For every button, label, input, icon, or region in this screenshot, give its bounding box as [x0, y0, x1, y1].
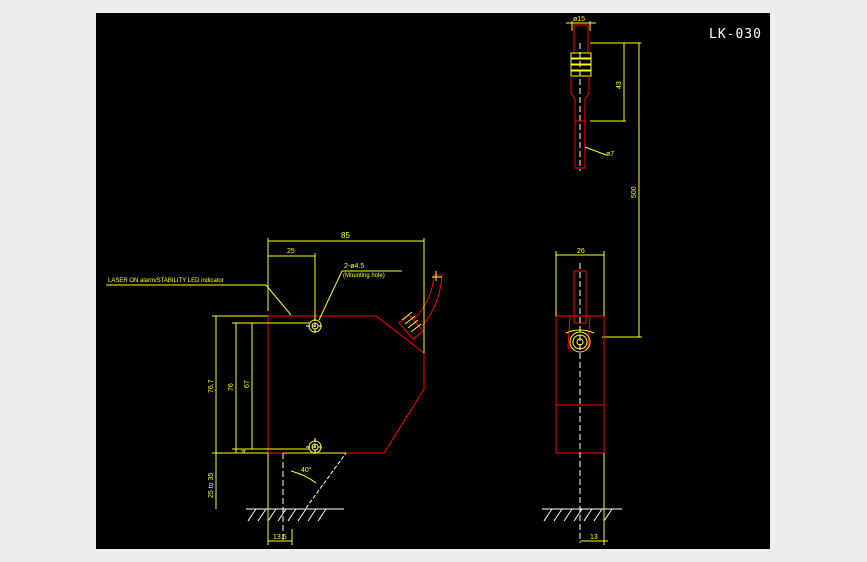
dim-body-height: 76	[228, 383, 235, 391]
cable-gland	[398, 271, 443, 340]
drawing-canvas: LK-030 85 25 2-ø4.5 (Mounting hole) LASE…	[96, 13, 770, 549]
led-indicator-note: LASER ON alarm/STABILITY LED indicator	[108, 278, 224, 284]
dim-base-left: 13.5	[273, 534, 287, 541]
side-view: ø15 43 ø7 500 26 13	[542, 16, 642, 545]
dim-side-width: 26	[577, 248, 585, 255]
dim-range: 25 to 35	[208, 473, 215, 498]
sensor-body-outline	[267, 315, 425, 454]
dim-width-85: 85	[341, 231, 350, 240]
dim-base-right: 13	[590, 534, 598, 541]
dim-connector-len: 43	[616, 81, 623, 89]
technical-drawing: LK-030 85 25 2-ø4.5 (Mounting hole) LASE…	[106, 16, 762, 545]
mounting-hole-spec: 2-ø4.5	[344, 263, 364, 270]
dim-cable-dia: ø7	[606, 151, 614, 158]
front-view: 85 25 2-ø4.5 (Mounting hole) LASER ON al…	[106, 231, 443, 545]
dim-hole-offset: 25	[287, 248, 295, 255]
dim-angle: 40°	[301, 466, 312, 474]
dim-hole-pitch: 67	[244, 380, 251, 388]
dim-total-height: 76.7	[208, 379, 215, 393]
dim-small: 4	[242, 449, 248, 453]
ground-surface-right	[542, 508, 622, 522]
cable-connector	[570, 24, 592, 171]
side-body	[555, 263, 605, 543]
dim-cable-len: 500	[631, 186, 638, 198]
ground-surface-left	[246, 508, 344, 522]
drawing-title: LK-030	[709, 27, 762, 42]
dim-connector-dia: ø15	[573, 16, 585, 23]
mounting-hole-note: (Mounting hole)	[343, 273, 385, 279]
